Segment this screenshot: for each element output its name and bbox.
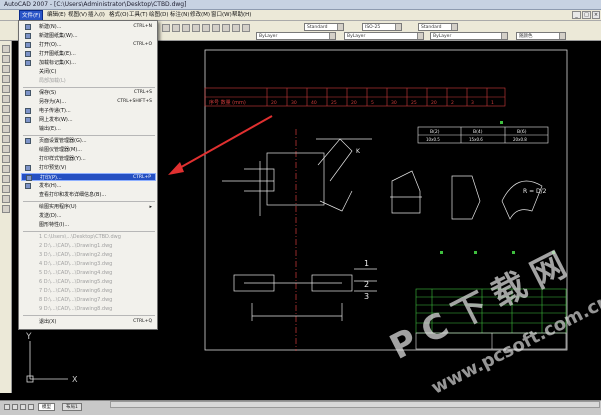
menu-item-save-as[interactable]: 另存为(A)... CTRL+SHIFT+S [21, 98, 156, 106]
menu-item-page-setup[interactable]: 页面设置管理器(G)... [21, 137, 156, 145]
recent-file[interactable]: 7 D:\...\CAD\...\Drawing6.dwg [21, 287, 156, 295]
menu-item-label: 7 D:\...\CAD\...\Drawing6.dwg [39, 288, 113, 294]
recent-file[interactable]: 2 D:\...\CAD\...\Drawing1.dwg [21, 242, 156, 250]
recent-file[interactable]: 1 C:\Users\...\Desktop\CTBD.dwg [21, 233, 156, 241]
menu-item-shortcut: CTRL+S [133, 90, 152, 95]
last-tab-icon[interactable] [28, 404, 34, 410]
menu-item-label: 打印样式管理器(Y)... [39, 156, 86, 162]
menu-item-etransmit[interactable]: 电子传递(T)... [21, 107, 156, 115]
menu-item-label: 打印(P)... [40, 175, 62, 181]
menu-item-plot[interactable]: 打印(P)... CTRL+P [21, 173, 156, 181]
recent-file[interactable]: 3 D:\...\CAD\...\Drawing2.dwg [21, 251, 156, 259]
menu-item-label: 查看打印和发布详细信息(B)... [39, 192, 107, 198]
menu-item-label: 4 D:\...\CAD\...\Drawing3.dwg [39, 261, 113, 267]
menu-item-label: 新建图纸集(W)... [39, 33, 78, 39]
menu-item-label: 关闭(C) [39, 69, 57, 75]
markup-icon [25, 60, 31, 66]
menu-item-label: 电子传递(T)... [39, 108, 71, 114]
menu-item-label: 加载标记集(K)... [39, 60, 76, 66]
menu-item-label: 5 D:\...\CAD\...\Drawing4.dwg [39, 270, 113, 276]
recent-file[interactable]: 8 D:\...\CAD\...\Drawing7.dwg [21, 296, 156, 304]
menu-item-open[interactable]: 打开(O)... CTRL+O [21, 41, 156, 49]
menu-item-plotter-manager[interactable]: 绘图仪管理器(M)... [21, 146, 156, 154]
printer-icon [26, 175, 32, 181]
menu-item-label: 发布(H)... [39, 183, 62, 189]
menu-item-partial-load: 局部加载(L) [21, 77, 156, 85]
sheet-set-icon [25, 51, 31, 57]
menu-item-label: 9 D:\...\CAD\...\Drawing8.dwg [39, 306, 113, 312]
menu-separator [23, 201, 155, 202]
recent-file[interactable]: 5 D:\...\CAD\...\Drawing4.dwg [21, 269, 156, 277]
menu-item-drawing-properties[interactable]: 图形特性(I)... [21, 221, 156, 229]
menu-separator [23, 231, 155, 232]
menu-item-publish-web[interactable]: 网上发布(W)... [21, 116, 156, 124]
menu-item-label: 绘图仪管理器(M)... [39, 147, 82, 153]
menu-item-label: 退出(X) [39, 319, 57, 325]
menu-item-label: 发送(D)... [39, 213, 62, 219]
menu-item-label: 图形特性(I)... [39, 222, 70, 228]
menu-item-save[interactable]: 保存(S) CTRL+S [21, 89, 156, 97]
menu-item-exit[interactable]: 退出(X) CTRL+Q [21, 318, 156, 326]
prev-tab-icon[interactable] [12, 404, 18, 410]
new-file-icon [25, 24, 31, 30]
etransmit-icon [25, 108, 31, 114]
menu-item-label: 保存(S) [39, 90, 57, 96]
menu-separator [23, 135, 155, 136]
sheet-set-icon [25, 33, 31, 39]
menu-item-load-markup[interactable]: 加载标记集(K)... [21, 59, 156, 67]
menu-separator [23, 87, 155, 88]
recent-file[interactable]: 6 D:\...\CAD\...\Drawing5.dwg [21, 278, 156, 286]
file-menu-dropdown: 新建(N)... CTRL+N 新建图纸集(W)... 打开(O)... CTRL+… [18, 20, 158, 330]
menu-item-label: 打开图纸集(E)... [39, 51, 76, 57]
menu-item-label: 打印预览(V) [39, 165, 67, 171]
menu-item-label: 1 C:\Users\...\Desktop\CTBD.dwg [39, 234, 121, 240]
web-icon [25, 117, 31, 123]
menu-item-label: 绘图实用程序(U) [39, 204, 77, 210]
menu-item-drawing-utilities[interactable]: 绘图实用程序(U) ▸ [21, 203, 156, 211]
save-icon [25, 90, 31, 96]
menu-item-shortcut: CTRL+N [133, 24, 152, 29]
next-tab-icon[interactable] [20, 404, 26, 410]
menu-item-shortcut: CTRL+Q [133, 319, 152, 324]
recent-file[interactable]: 9 D:\...\CAD\...\Drawing8.dwg [21, 305, 156, 313]
menu-item-plot-preview[interactable]: 打印预览(V) [21, 164, 156, 172]
recent-file[interactable]: 4 D:\...\CAD\...\Drawing3.dwg [21, 260, 156, 268]
menu-item-label: 2 D:\...\CAD\...\Drawing1.dwg [39, 243, 113, 249]
menu-item-plot-details[interactable]: 查看打印和发布详细信息(B)... [21, 191, 156, 199]
open-folder-icon [25, 42, 31, 48]
menu-item-label: 3 D:\...\CAD\...\Drawing2.dwg [39, 252, 113, 258]
menu-item-shortcut: CTRL+SHIFT+S [117, 99, 152, 104]
menu-item-export[interactable]: 输出(E)... [21, 125, 156, 133]
menu-separator [23, 315, 155, 316]
menu-item-publish[interactable]: 发布(H)... [21, 182, 156, 190]
menu-item-close[interactable]: 关闭(C) [21, 68, 156, 76]
menu-item-open-sheetset[interactable]: 打开图纸集(E)... [21, 50, 156, 58]
menu-item-label: 另存为(A)... [39, 99, 67, 105]
first-tab-icon[interactable] [4, 404, 10, 410]
menu-item-label: 输出(E)... [39, 126, 61, 132]
submenu-arrow-icon: ▸ [149, 204, 152, 210]
preview-icon [25, 165, 31, 171]
tab-model[interactable]: 模型 [38, 403, 55, 411]
menu-item-send[interactable]: 发送(D)... [21, 212, 156, 220]
menu-item-label: 6 D:\...\CAD\...\Drawing5.dwg [39, 279, 113, 285]
menu-item-label: 打开(O)... [39, 42, 62, 48]
menu-item-label: 8 D:\...\CAD\...\Drawing7.dwg [39, 297, 113, 303]
menu-item-new[interactable]: 新建(N)... CTRL+N [21, 23, 156, 31]
menu-item-new-sheetset[interactable]: 新建图纸集(W)... [21, 32, 156, 40]
menu-item-shortcut: CTRL+O [133, 42, 152, 47]
menu-item-plot-style-manager[interactable]: 打印样式管理器(Y)... [21, 155, 156, 163]
menu-item-label: 新建(N)... [39, 24, 62, 30]
horizontal-scrollbar[interactable] [110, 401, 600, 408]
menu-item-label: 网上发布(W)... [39, 117, 73, 123]
tab-layout1[interactable]: 布局1 [62, 403, 82, 411]
menu-item-shortcut: CTRL+P [132, 175, 151, 180]
page-setup-icon [25, 138, 31, 144]
menu-item-label: 页面设置管理器(G)... [39, 138, 87, 144]
publish-icon [25, 183, 31, 189]
menu-item-label: 局部加载(L) [39, 78, 66, 84]
